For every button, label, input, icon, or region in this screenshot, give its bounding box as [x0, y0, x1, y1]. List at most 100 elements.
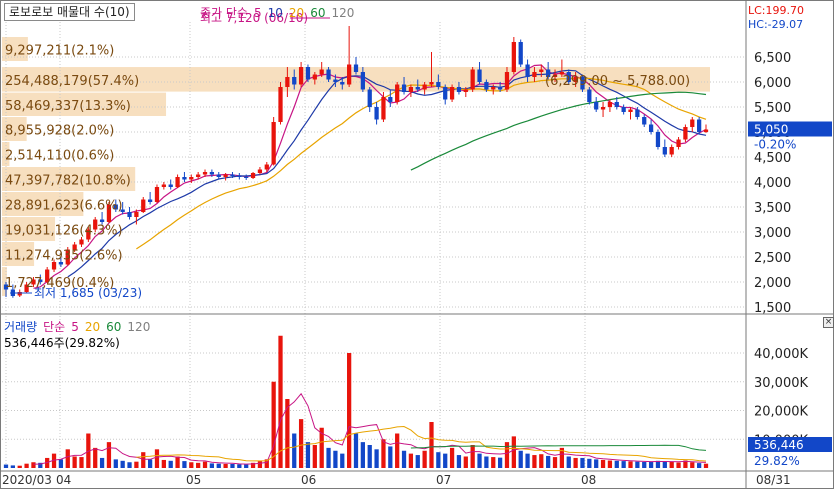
candle-body: [388, 97, 393, 102]
volume-bar: [401, 450, 407, 468]
volume-bar: [676, 462, 681, 468]
candle-body: [676, 139, 681, 147]
volume-bar: [436, 452, 441, 468]
low-note: 최저 1,685 (03/23): [34, 286, 142, 300]
volume-bar: [484, 456, 489, 468]
volume-bar: [3, 464, 9, 468]
volume-bar: [642, 461, 647, 468]
volume-bar: [182, 461, 187, 468]
profile-label: 254,488,179(57.4%): [5, 74, 139, 89]
price-legend: 종가 단순 5 10 20 60 120: [200, 4, 360, 21]
volume-bar: [202, 461, 208, 468]
profile-label: 11,274,935(2.6%): [5, 249, 123, 264]
vma120-label: 120: [127, 320, 151, 334]
candle-body: [340, 82, 345, 85]
candle-body: [127, 212, 132, 217]
candle-body: [347, 64, 352, 85]
hc-label: HC:-29.07: [748, 18, 804, 31]
volume-tick: 30,000K: [754, 376, 808, 391]
volume-bar: [333, 450, 338, 468]
volume-bar: [635, 461, 640, 468]
candle-body: [257, 169, 263, 173]
vma60-label: 60: [106, 320, 122, 334]
candle-body: [353, 64, 359, 72]
candle-body: [189, 177, 194, 180]
volume-bar: [552, 457, 558, 468]
date-label: 04: [56, 473, 71, 487]
candle-body: [271, 122, 276, 165]
profile-label: 28,891,623(6.6%): [5, 199, 123, 214]
price-tick: 5,500: [754, 101, 791, 116]
volume-bar: [312, 445, 317, 468]
ma10-label: 10: [267, 6, 283, 20]
candle-body: [518, 42, 523, 65]
lc-label: LC:199.70: [748, 4, 805, 17]
volume-bar: [292, 433, 297, 468]
volume-legend-label: 거래량: [4, 320, 38, 334]
volume-bar: [99, 457, 105, 468]
price-tick: 3,500: [754, 201, 791, 216]
volume-current: 536,446주(29.82%): [4, 336, 120, 350]
candle-body: [99, 219, 105, 222]
candle-body: [422, 84, 427, 90]
volume-bar: [477, 453, 482, 468]
volume-bar: [17, 465, 22, 468]
candle-body: [697, 119, 702, 132]
current-price: 5,050: [754, 123, 788, 137]
volume-bar: [120, 460, 125, 468]
current-change: -0.20%: [754, 138, 796, 152]
candle-body: [511, 42, 516, 72]
volume-bar: [443, 453, 448, 468]
candle-body: [319, 69, 324, 75]
candle-body: [326, 69, 331, 80]
candle-body: [264, 164, 269, 170]
candle-body: [237, 176, 242, 177]
candle-body: [216, 174, 221, 177]
volume-right-value: 536,446: [754, 438, 804, 452]
candle-body: [621, 107, 626, 112]
volume-tick: 40,000K: [754, 347, 808, 362]
volume-bar: [24, 463, 29, 468]
date-label: 2020/03: [2, 473, 52, 487]
candle-body: [600, 107, 606, 110]
volume-bar: [648, 461, 654, 468]
candle-body: [429, 82, 434, 85]
candle-body: [594, 102, 599, 110]
candle-body: [381, 97, 386, 120]
candle-body: [360, 72, 365, 90]
volume-ma-label: 단순: [43, 320, 66, 334]
candle-body: [244, 177, 249, 178]
candle-body: [690, 119, 695, 127]
close-icon[interactable]: ×: [823, 317, 834, 328]
chart-title[interactable]: 로보로보 매물대 수(10): [4, 3, 135, 21]
volume-bar: [525, 453, 530, 468]
volume-bar: [703, 463, 709, 468]
candle-body: [209, 172, 215, 175]
candle-body: [196, 174, 201, 177]
volume-bar: [106, 442, 112, 468]
volume-bar: [518, 450, 523, 468]
candle-body: [683, 127, 688, 140]
candle-body: [491, 87, 496, 90]
volume-bar: [161, 459, 166, 468]
date-label: 06: [301, 473, 316, 487]
volume-bar: [573, 457, 578, 468]
candle-body: [182, 177, 187, 180]
profile-label: 9,297,211(2.1%): [5, 44, 114, 59]
volume-legend: 거래량 단순 5 20 60 120: [4, 318, 156, 335]
volume-bar: [134, 461, 139, 468]
volume-bar: [298, 419, 304, 468]
volume-bar: [141, 452, 146, 468]
candle-body: [635, 109, 640, 117]
profile-label: 2,514,110(0.6%): [5, 149, 114, 164]
price-tick: 2,000: [754, 276, 791, 291]
candle-body: [648, 124, 654, 132]
volume-bar: [347, 353, 352, 468]
volume-bar: [93, 447, 98, 468]
candle-body: [642, 117, 647, 125]
volume-bar: [189, 462, 194, 468]
volume-bar: [326, 447, 331, 468]
profile-label: 19,031,126(4.3%): [5, 224, 123, 239]
volume-bar: [154, 449, 160, 468]
volume-bar: [223, 463, 228, 468]
